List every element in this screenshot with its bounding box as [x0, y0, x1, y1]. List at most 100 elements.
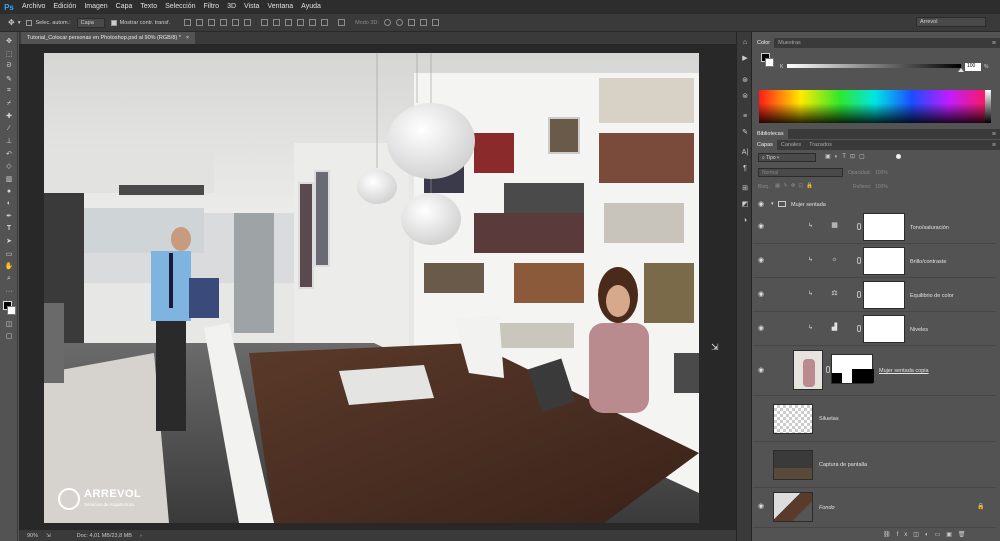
color-swatches[interactable] [0, 298, 17, 318]
filter-toggle-icon[interactable] [896, 154, 901, 159]
marquee-tool-icon[interactable]: ⬚ [0, 48, 18, 61]
visibility-eye-icon[interactable]: ◉ [757, 257, 765, 265]
visibility-eye-icon[interactable]: ◉ [757, 201, 765, 209]
layer-name[interactable]: Equilibrio de color [910, 293, 954, 299]
document-canvas-image[interactable]: ARREVOL Servicios de Arquitectura [44, 53, 699, 523]
layer-thumbnail[interactable] [773, 450, 813, 480]
navigator-panel-icon[interactable]: ⊞ [737, 180, 753, 196]
layer-row-group[interactable]: ◉ ▾ Mujer sentada [753, 200, 996, 210]
canvas-area[interactable]: ARREVOL Servicios de Arquitectura ⇲ [19, 44, 736, 530]
zoom-tool-icon[interactable]: ⌕ [0, 273, 18, 286]
styles-panel-icon[interactable]: ⊜ [737, 88, 753, 104]
tab-libraries[interactable]: Bibliotecas [753, 129, 788, 139]
info-panel-icon[interactable]: ◩ [737, 196, 753, 212]
link-icon[interactable] [857, 223, 861, 230]
layer-name[interactable]: Mujer sentada [791, 202, 826, 208]
history-panel-icon[interactable]: ⌂ [737, 34, 753, 50]
zoom-level[interactable]: 90% [27, 533, 38, 539]
scale-3d-icon[interactable] [431, 19, 439, 26]
distribute-left-icon[interactable] [297, 19, 305, 26]
tool-preset-dropdown[interactable]: ▾ [18, 20, 21, 26]
menu-ayuda[interactable]: Ayuda [297, 0, 325, 14]
visibility-eye-icon[interactable]: ▫ [757, 414, 765, 422]
visibility-eye-icon[interactable]: ◉ [757, 223, 765, 231]
layer-row-silhouettes[interactable]: ▫ Siluetas [753, 396, 996, 442]
rectangle-tool-icon[interactable]: ▭ [0, 248, 18, 261]
layer-thumbnail[interactable] [773, 404, 813, 434]
tab-swatches[interactable]: Muestras [774, 38, 805, 48]
align-top-icon[interactable] [184, 19, 192, 26]
paragraph-panel-icon[interactable]: ¶ [737, 160, 753, 176]
hand-tool-icon[interactable]: ✋ [0, 260, 18, 273]
quick-select-tool-icon[interactable]: ✎ [0, 73, 18, 86]
more-tools-icon[interactable]: ··· [0, 285, 18, 298]
layer-name[interactable]: Niveles [910, 327, 928, 333]
quick-mask-icon[interactable]: ◫ [0, 318, 18, 331]
align-left-icon[interactable] [220, 19, 228, 26]
menu-filtro[interactable]: Filtro [200, 0, 224, 14]
mask-thumbnail[interactable] [863, 315, 905, 343]
status-arrow-icon[interactable]: › [140, 533, 142, 539]
fill-value[interactable]: 100% [875, 184, 888, 190]
brush-panel-icon[interactable]: ✎ [737, 124, 753, 140]
menu-vista[interactable]: Vista [240, 0, 263, 14]
export-icon[interactable]: ⇲ [46, 533, 51, 539]
spot-healing-tool-icon[interactable]: ✚ [0, 110, 18, 123]
roll-3d-icon[interactable] [395, 19, 403, 26]
tab-layers[interactable]: Capas [753, 140, 777, 150]
crop-tool-icon[interactable]: ⌗ [0, 85, 18, 98]
layer-name[interactable]: Mujer sentada copia [879, 368, 929, 374]
link-icon[interactable] [857, 291, 861, 298]
distribute-middle-icon[interactable] [273, 19, 281, 26]
link-icon[interactable] [826, 366, 830, 373]
layer-name[interactable]: Brillo/contraste [910, 259, 946, 265]
spectrum-bw-strip[interactable] [985, 90, 991, 123]
k-slider-handle[interactable] [958, 68, 964, 72]
auto-select-dropdown[interactable]: Capa [76, 17, 105, 28]
layer-name[interactable]: Tono/saturación [910, 225, 949, 231]
k-value[interactable]: 100 [965, 63, 981, 71]
rotate-3d-icon[interactable] [383, 19, 391, 26]
align-center-icon[interactable] [232, 19, 240, 26]
layer-row-hue-saturation[interactable]: ◉ ↳ ▦ Tono/saturación [753, 210, 996, 244]
align-middle-icon[interactable] [196, 19, 204, 26]
libraries-menu-icon[interactable]: ≡ [992, 131, 996, 138]
tab-channels[interactable]: Canales [777, 140, 805, 150]
distribute-right-icon[interactable] [321, 19, 329, 26]
eraser-tool-icon[interactable]: ◇ [0, 160, 18, 173]
menu-seleccion[interactable]: Selección [161, 0, 199, 14]
transform-controls-option[interactable]: Mostrar contr. transf. [110, 19, 170, 26]
type-tool-icon[interactable]: T [0, 223, 18, 236]
distribute-bottom-icon[interactable] [285, 19, 293, 26]
align-bottom-icon[interactable] [208, 19, 216, 26]
pen-tool-icon[interactable]: ✒ [0, 210, 18, 223]
layers-footer-icons[interactable]: ⛓fx◫◐▭▣🗑 [883, 531, 972, 538]
blend-mode-dropdown[interactable]: Normal [758, 168, 843, 177]
dodge-tool-icon[interactable]: ◐ [0, 198, 18, 211]
character-panel-icon[interactable]: A| [737, 144, 753, 160]
menu-edicion[interactable]: Edición [49, 0, 80, 14]
adjustments-panel-icon[interactable]: ⊛ [737, 72, 753, 88]
properties-panel-icon[interactable]: ≡ [737, 108, 753, 124]
slide-3d-icon[interactable] [419, 19, 427, 26]
menu-capa[interactable]: Capa [112, 0, 137, 14]
swatch-panel-icon[interactable]: ◑ [737, 212, 753, 228]
brush-tool-icon[interactable]: ∕ [0, 123, 18, 136]
auto-align-icon[interactable] [338, 19, 346, 26]
menu-3d[interactable]: 3D [223, 0, 240, 14]
visibility-eye-icon[interactable]: ◉ [757, 367, 765, 375]
layer-row-background[interactable]: ◉ Fondo 🔒 [753, 488, 996, 528]
link-icon[interactable] [857, 257, 861, 264]
layer-filter-icons[interactable]: ▣◐T⊡▢ [825, 153, 869, 160]
distribute-top-icon[interactable] [261, 19, 269, 26]
layer-name[interactable]: Captura de pantalla [819, 462, 867, 468]
menu-texto[interactable]: Texto [136, 0, 161, 14]
document-tab[interactable]: Tutorial_Colocar personas en Photoshop.p… [21, 32, 196, 44]
layer-row-color-balance[interactable]: ◉ ↳ ⚖ Equilibrio de color [753, 278, 996, 312]
history-brush-tool-icon[interactable]: ↶ [0, 148, 18, 161]
tab-color[interactable]: Color [753, 38, 775, 48]
align-right-icon[interactable] [244, 19, 252, 26]
k-slider[interactable] [787, 64, 961, 68]
color-spectrum[interactable] [759, 90, 991, 123]
mask-thumbnail[interactable] [863, 281, 905, 309]
